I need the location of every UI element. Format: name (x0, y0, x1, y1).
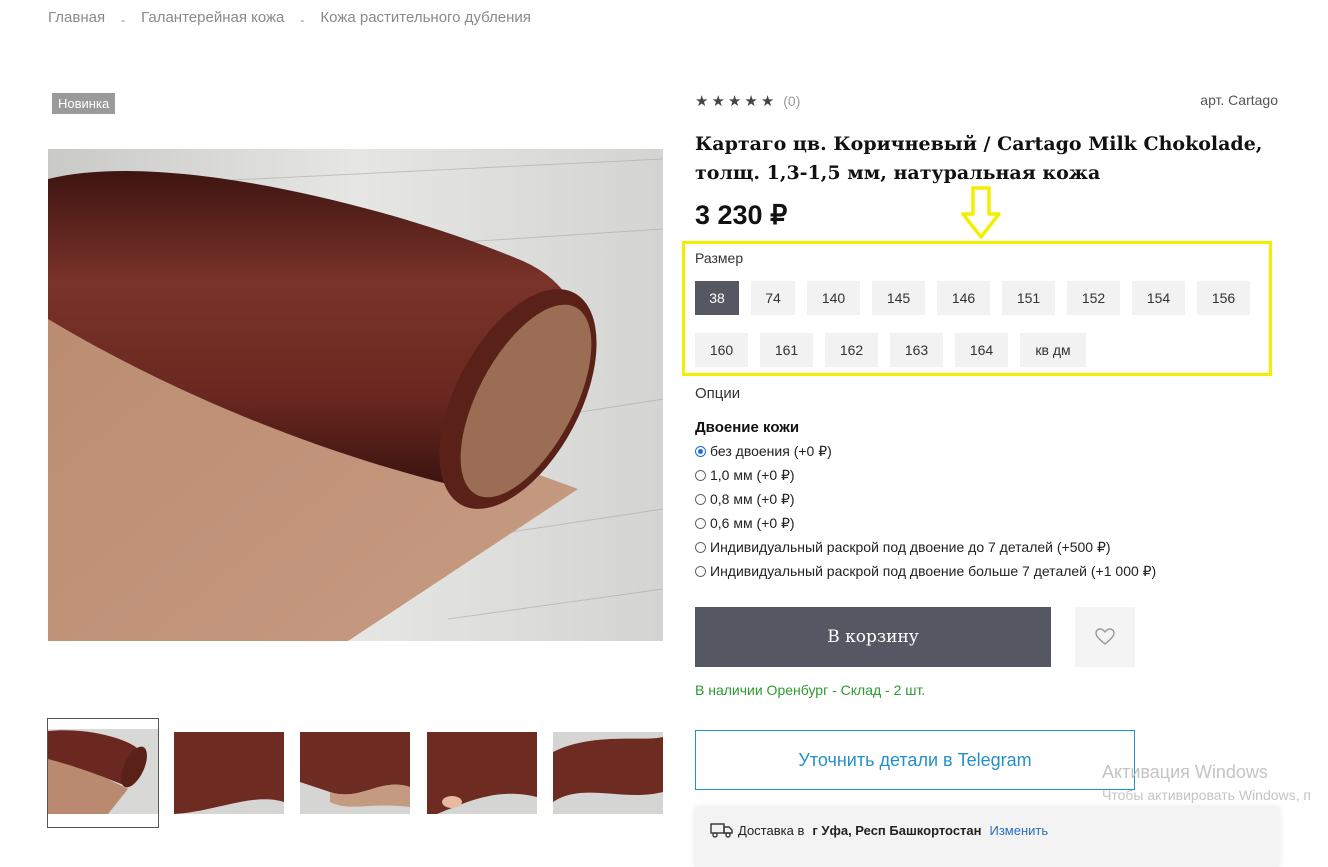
heart-icon (1095, 628, 1115, 645)
product-main-image[interactable] (48, 149, 663, 641)
delivery-city: г Уфа, Респ Башкортостан (812, 822, 982, 838)
size-option-163[interactable]: 163 (890, 333, 943, 367)
delivery-label: Доставка в (738, 822, 805, 838)
delivery-row: Доставка в г Уфа, Респ Башкортостан Изме… (710, 822, 1048, 838)
rating[interactable]: ★ ★ ★ ★ ★ (0) (695, 92, 800, 110)
thumbnail-image (300, 732, 410, 814)
size-option-160[interactable]: 160 (695, 333, 748, 367)
size-option-164[interactable]: 164 (955, 333, 1008, 367)
thumbnail-image (174, 732, 284, 814)
add-to-cart-button[interactable]: В корзину (695, 607, 1051, 667)
splitting-option-none[interactable]: без двоения (+0 ₽) (695, 443, 832, 460)
article-number: арт. Cartago (1200, 92, 1278, 108)
radio-unchecked[interactable] (695, 518, 706, 529)
thumbnail-image (48, 719, 158, 827)
size-option-151[interactable]: 151 (1002, 281, 1055, 315)
size-option-152[interactable]: 152 (1067, 281, 1120, 315)
telegram-button[interactable]: Уточнить детали в Telegram (695, 730, 1135, 790)
splitting-title: Двоение кожи (695, 419, 800, 436)
stock-status: В наличии Оренбург - Склад - 2 шт. (695, 682, 926, 698)
radio-unchecked[interactable] (695, 494, 706, 505)
change-city-link[interactable]: Изменить (990, 823, 1049, 838)
size-option-156[interactable]: 156 (1197, 281, 1250, 315)
size-option-140[interactable]: 140 (807, 281, 860, 315)
splitting-option-custom-7[interactable]: Индивидуальный раскрой под двоение до 7 … (695, 539, 1111, 556)
thumbnail-3[interactable] (300, 732, 410, 814)
breadcrumb-home[interactable]: Главная (48, 9, 105, 26)
arrow-down-icon (960, 186, 1002, 245)
star-icon: ★ (711, 93, 728, 110)
breadcrumb-separator: - (121, 12, 126, 27)
breadcrumb-category[interactable]: Галантерейная кожа (141, 9, 284, 26)
product-price: 3 230 ₽ (695, 200, 788, 230)
size-option-154[interactable]: 154 (1132, 281, 1185, 315)
star-icon: ★ (695, 93, 712, 110)
breadcrumb-separator: - (300, 12, 305, 27)
splitting-option-0-8[interactable]: 0,8 мм (+0 ₽) (695, 491, 795, 508)
new-badge: Новинка (52, 93, 116, 114)
thumbnail-image (553, 732, 663, 814)
thumbnail-image (427, 732, 537, 814)
product-title: Картаго цв. Коричневый / Cartago Milk Ch… (695, 133, 1263, 184)
size-option-145[interactable]: 145 (872, 281, 925, 315)
splitting-option-0-6[interactable]: 0,6 мм (+0 ₽) (695, 515, 795, 532)
radio-label: Индивидуальный раскрой под двоение больш… (710, 563, 1157, 579)
leather-roll-image (48, 149, 663, 641)
size-option-162[interactable]: 162 (825, 333, 878, 367)
breadcrumb-subcategory[interactable]: Кожа растительного дубления (320, 9, 531, 26)
radio-checked[interactable] (695, 446, 706, 457)
splitting-option-custom-more[interactable]: Индивидуальный раскрой под двоение больш… (695, 563, 1156, 580)
radio-label: Индивидуальный раскрой под двоение до 7 … (710, 539, 1111, 555)
size-option-38[interactable]: 38 (695, 281, 739, 315)
thumbnail-1[interactable] (47, 718, 159, 828)
size-option-146[interactable]: 146 (937, 281, 990, 315)
windows-activation-title: Активация Windows (1102, 762, 1268, 782)
radio-label: без двоения (+0 ₽) (710, 443, 832, 459)
star-icon: ★ (744, 93, 761, 110)
radio-unchecked[interactable] (695, 470, 706, 481)
windows-activation-subtitle: Чтобы активировать Windows, п (1102, 787, 1311, 803)
radio-label: 0,8 мм (+0 ₽) (710, 491, 795, 507)
radio-unchecked[interactable] (695, 566, 706, 577)
splitting-option-1-0[interactable]: 1,0 мм (+0 ₽) (695, 467, 795, 484)
star-icon: ★ (727, 93, 745, 110)
size-option-sq-dm[interactable]: кв дм (1020, 333, 1086, 367)
size-option-161[interactable]: 161 (760, 333, 813, 367)
thumbnail-4[interactable] (427, 732, 537, 814)
star-icon: ★ (760, 93, 778, 110)
radio-label: 0,6 мм (+0 ₽) (710, 515, 795, 531)
size-option-74[interactable]: 74 (751, 281, 795, 315)
thumbnail-2[interactable] (174, 732, 284, 814)
favorite-button[interactable] (1075, 607, 1135, 667)
radio-unchecked[interactable] (695, 542, 706, 553)
truck-icon (710, 823, 733, 838)
breadcrumb: Главная - Галантерейная кожа - Кожа раст… (48, 9, 531, 27)
radio-label: 1,0 мм (+0 ₽) (710, 467, 795, 483)
options-label: Опции (695, 385, 741, 402)
thumbnail-5[interactable] (553, 732, 663, 814)
rating-count: (0) (783, 93, 801, 109)
size-label: Размер (695, 250, 744, 266)
